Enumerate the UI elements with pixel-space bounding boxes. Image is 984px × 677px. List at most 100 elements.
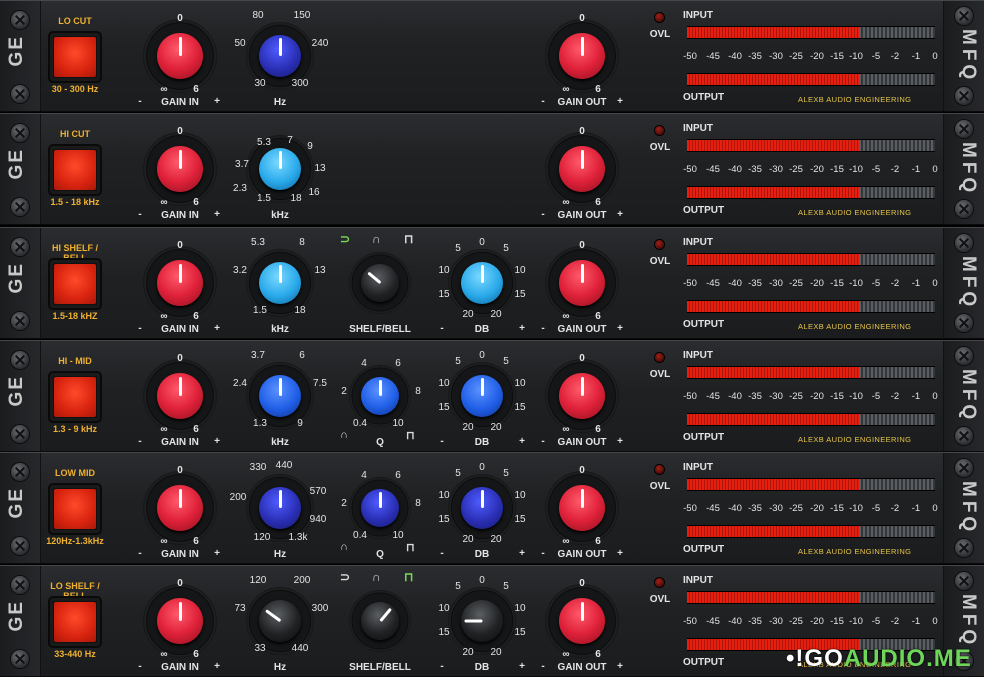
shape-selector-knob[interactable] (349, 252, 411, 314)
db-tick-label: 10 (438, 490, 449, 501)
overload-led (655, 126, 664, 135)
narrow-q-icon: ⊓ (406, 541, 415, 554)
gain-in-knob[interactable] (143, 359, 217, 433)
output-meter-label: OUTPUT (683, 432, 724, 443)
gain-out-inf: ∞ (562, 649, 569, 660)
gain-db-knob[interactable] (448, 362, 516, 430)
band-bypass-button[interactable] (50, 598, 100, 646)
gain-in-six: 6 (193, 536, 199, 547)
gain-out-minus: - (541, 548, 544, 559)
gain-out-knob[interactable] (545, 471, 619, 545)
shelf-icon[interactable]: ⊃ (340, 570, 350, 584)
db-tick-label: 15 (514, 627, 525, 638)
screw-icon (955, 572, 973, 590)
gain-in-knob[interactable] (143, 246, 217, 320)
gain-out-plus: + (617, 661, 623, 672)
q-tick-label: 0.4 (353, 530, 367, 541)
frequency-knob-pointer (279, 151, 282, 169)
meter-scale-tick: -20 (810, 616, 824, 627)
band-bypass-button[interactable] (50, 260, 100, 308)
gain-db-knob[interactable] (448, 587, 516, 655)
frequency-tick-label: 570 (310, 486, 327, 497)
rack-label-left: GE (6, 487, 36, 518)
gain-db-knob[interactable] (448, 249, 516, 317)
q-tick-label: 10 (392, 418, 403, 429)
output-level-meter (687, 300, 935, 313)
frequency-tick-label: 50 (234, 38, 245, 49)
gain-in-knob[interactable] (143, 19, 217, 93)
gain-in-knob[interactable] (143, 132, 217, 206)
meter-scale: -50-45-40-35-30-25-20-15-10-5-2-10 (683, 51, 935, 63)
band-range: 120Hz-1.3kHz (35, 536, 115, 546)
db-tick-label: 20 (462, 422, 473, 433)
meter-scale-tick: -10 (849, 51, 863, 62)
narrow-bell-icon[interactable]: ⊓ (404, 570, 413, 584)
frequency-unit-label: kHz (271, 324, 289, 335)
band-title: HI - MID (40, 356, 110, 366)
bell-icon[interactable]: ∩ (372, 232, 381, 246)
frequency-tick-label: 16 (308, 187, 319, 198)
db-tick-label: 15 (438, 514, 449, 525)
band-bypass-button[interactable] (50, 373, 100, 421)
gain-out-knob[interactable] (545, 19, 619, 93)
db-plus: + (519, 323, 525, 334)
frequency-tick-label: 13 (314, 163, 325, 174)
gain-out-plus: + (617, 96, 623, 107)
shape-selector-label: SHELF/BELL (349, 662, 411, 673)
gain-out-knob[interactable] (545, 584, 619, 658)
gain-out-knob[interactable] (545, 359, 619, 433)
db-tick-label: 15 (514, 402, 525, 413)
db-tick-label: 5 (455, 581, 461, 592)
input-meter-label: INPUT (683, 462, 713, 473)
gain-in-six: 6 (193, 424, 199, 435)
q-label: Q (376, 437, 384, 448)
screw-icon (11, 537, 29, 555)
meter-scale-tick: -5 (872, 278, 880, 289)
gain-out-inf: ∞ (562, 84, 569, 95)
frequency-knob-pointer (279, 490, 282, 508)
output-meter-label: OUTPUT (683, 657, 724, 668)
gain-out-six: 6 (595, 84, 601, 95)
meter-scale-tick: -25 (789, 278, 803, 289)
gain-in-six: 6 (193, 197, 199, 208)
narrow-bell-icon[interactable]: ⊓ (404, 232, 413, 246)
meter-scale-tick: -15 (830, 391, 844, 402)
frequency-tick-label: 120 (254, 532, 271, 543)
gain-out-knob[interactable] (545, 132, 619, 206)
band-bypass-button[interactable] (50, 33, 100, 81)
db-plus: + (519, 436, 525, 447)
meter-scale-tick: -35 (748, 391, 762, 402)
gain-in-minus: - (138, 548, 141, 559)
gain-in-zero: 0 (177, 13, 183, 24)
bell-icon[interactable]: ∩ (372, 570, 381, 584)
gain-in-knob-pointer (179, 489, 182, 508)
gain-out-minus: - (541, 96, 544, 107)
band-bypass-button[interactable] (50, 485, 100, 533)
meter-scale-tick: -20 (810, 164, 824, 175)
screw-icon (11, 198, 29, 216)
shape-selector-knob[interactable] (349, 590, 411, 652)
overload-led (655, 578, 664, 587)
db-tick-label: 20 (490, 534, 501, 545)
gain-in-knob[interactable] (143, 471, 217, 545)
brand-label: ALEXB AUDIO ENGINEERING (798, 547, 911, 556)
db-plus: + (519, 661, 525, 672)
frequency-unit-label: Hz (274, 662, 286, 673)
gain-out-knob[interactable] (545, 246, 619, 320)
shape-selector-label: SHELF/BELL (349, 324, 411, 335)
gain-out-minus: - (541, 209, 544, 220)
gain-in-plus: + (214, 436, 220, 447)
shelf-icon[interactable]: ⊃ (340, 232, 350, 246)
gain-db-knob[interactable] (448, 474, 516, 542)
meter-scale-tick: -2 (891, 164, 899, 175)
right-rack-ear: MFQ (943, 228, 984, 338)
screw-icon (11, 650, 29, 668)
gain-in-knob[interactable] (143, 584, 217, 658)
band-bypass-button[interactable] (50, 146, 100, 194)
input-level-meter (687, 139, 935, 152)
db-minus: - (440, 436, 443, 447)
gain-db-knob-pointer (481, 265, 484, 283)
meter-scale-tick: -20 (810, 51, 824, 62)
rack-label-right: MFQ (949, 481, 979, 535)
frequency-knob-pointer (279, 38, 282, 56)
